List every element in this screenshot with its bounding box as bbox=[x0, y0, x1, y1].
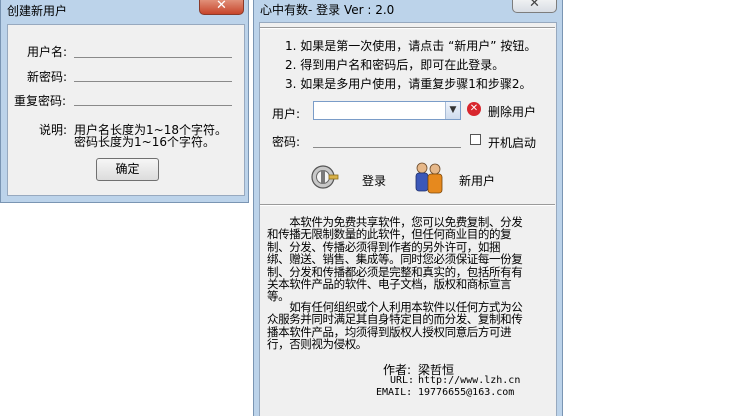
license-notice: 本软件为免费共享软件，您可以免费复制、分发 和传播无限制数量的此软件，但任何商业… bbox=[267, 216, 557, 303]
url-label: URL: bbox=[390, 375, 415, 386]
delete-icon[interactable]: ✕ bbox=[467, 102, 481, 116]
step-1: 1. 如果是第一次使用，请点击 “新用户” 按钮。 bbox=[285, 39, 537, 53]
login-close-button[interactable]: ✕ bbox=[512, 0, 557, 13]
new-password-label: 新密码: bbox=[27, 70, 68, 84]
notice-line: 和传播无限制数量的此软件，但任何商业目的的复 bbox=[267, 227, 512, 242]
delete-user-link[interactable]: 删除用户 bbox=[488, 103, 536, 120]
confirm-button[interactable]: 确定 bbox=[96, 158, 159, 181]
license-notice-2: 如有任何组织或个人利用本软件以任何方式为公 众服务并同时满足其自身特定目的而分发… bbox=[267, 301, 557, 351]
chevron-down-icon[interactable]: ▼ bbox=[445, 102, 460, 119]
username-label: 用户名: bbox=[27, 45, 68, 59]
repeat-password-label: 重复密码: bbox=[14, 94, 67, 108]
notice-line: 绑、赠送、销售、集成等。同时您必须保证每一份复 bbox=[267, 252, 523, 267]
username-input[interactable] bbox=[74, 56, 232, 58]
middle-separator bbox=[260, 204, 555, 206]
user-label: 用户: bbox=[272, 107, 301, 121]
create-user-close-button[interactable]: ✕ bbox=[199, 0, 244, 15]
login-window-title: 心中有数- 登录 Ver : 2.0 bbox=[260, 3, 395, 17]
autostart-label: 开机启动 bbox=[488, 136, 537, 150]
create-user-window-title: 创建新用户 bbox=[7, 4, 68, 18]
password-label: 密码: bbox=[272, 135, 301, 149]
email-link[interactable]: 19776655@163.com bbox=[418, 387, 514, 398]
users-icon[interactable] bbox=[412, 160, 446, 194]
autostart-checkbox[interactable] bbox=[470, 134, 481, 145]
key-icon[interactable] bbox=[310, 163, 340, 191]
user-select[interactable]: ▼ bbox=[313, 101, 461, 120]
notice-line: 行，否则视为侵权。 bbox=[267, 337, 367, 352]
new-user-button[interactable]: 新用户 bbox=[459, 172, 495, 189]
top-separator bbox=[260, 27, 555, 29]
notice-line: 众服务并同时满足其自身特定目的而分发、复制和传 bbox=[267, 312, 523, 327]
step-2: 2. 得到用户名和密码后，即可在此登录。 bbox=[285, 58, 505, 72]
new-password-input[interactable] bbox=[74, 80, 232, 82]
notice-line: 关本软件产品的软件、电子文档，版权和商标宣言 bbox=[267, 277, 512, 292]
email-label: EMAIL: bbox=[376, 387, 413, 398]
password-length-note: 密码长度为1~16个字符。 bbox=[74, 135, 215, 149]
repeat-password-input[interactable] bbox=[74, 104, 232, 106]
login-button[interactable]: 登录 bbox=[362, 172, 386, 189]
password-input[interactable] bbox=[313, 146, 461, 148]
note-label: 说明: bbox=[39, 123, 68, 137]
step-3: 3. 如果是多用户使用，请重复步骤1和步骤2。 bbox=[285, 77, 532, 91]
url-link[interactable]: http://www.lzh.cn bbox=[418, 375, 520, 386]
